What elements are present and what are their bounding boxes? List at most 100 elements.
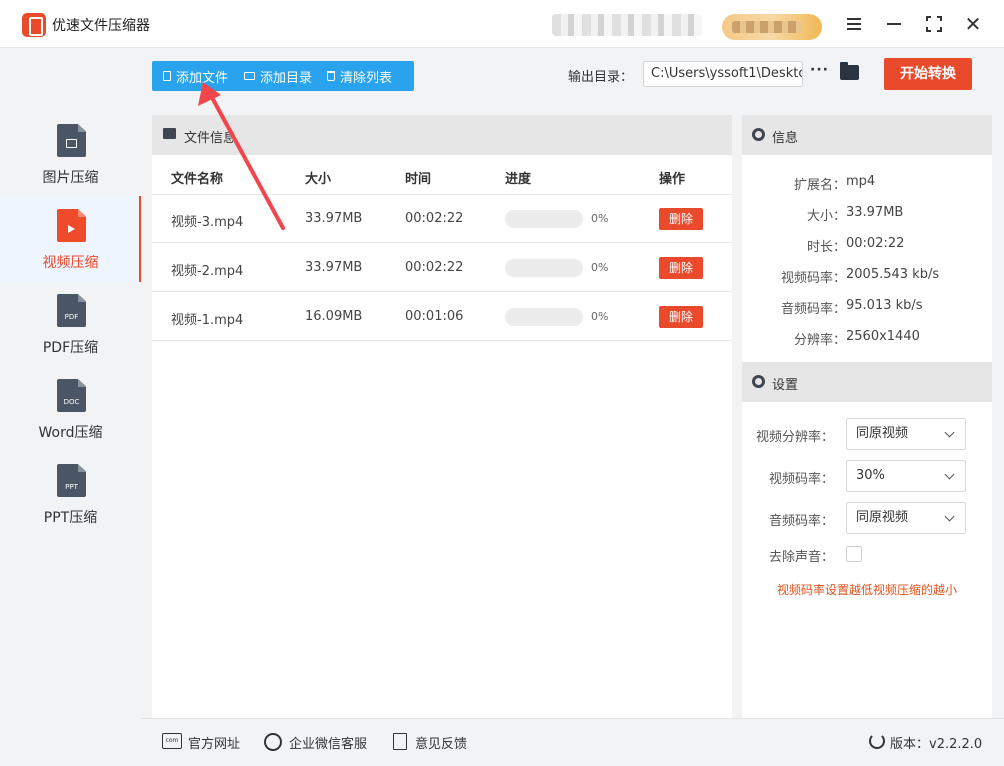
column-header-size: 大小 [305,172,332,187]
progress-bar [505,308,583,326]
progress-bar [505,259,583,277]
wechat-support-link[interactable]: 企业微信客服 [289,733,367,752]
file-duration: 00:02:22 [405,211,464,226]
progress-text: 0% [591,212,609,225]
sidebar-item-ppt-compress[interactable]: PPT PPT压缩 [0,451,141,537]
info-value: 00:02:22 [846,236,905,251]
remove-audio-checkbox[interactable] [846,546,862,562]
sidebar: 图片压缩 视频压缩 PDF PDF压缩 DOC Word压缩 PPT PPT压缩 [0,48,141,766]
delete-button[interactable]: 删除 [659,306,703,328]
delete-button[interactable]: 删除 [659,257,703,279]
info-title: 信息 [772,131,799,146]
file-list-panel: 文件信息 文件名称 大小 时间 进度 操作 视频-3.mp4 33.97MB 0… [152,115,732,753]
output-dir-field[interactable]: C:\Users\yssoft1\Desktop [643,61,803,87]
info-value: 95.013 kb/s [846,298,923,313]
toolbar: 添加文件 添加目录 清除列表 [152,61,414,91]
file-name: 视频-2.mp4 [171,264,244,279]
file-icon [163,71,171,81]
info-label: 音频码率： [780,302,846,317]
info-value: mp4 [846,174,876,189]
website-link[interactable]: 官方网址 [188,733,240,752]
sidebar-item-label: 视频压缩 [42,255,99,271]
info-panel: 信息 扩展名： mp4 大小： 33.97MB 时长： 00:02:22 视频码… [742,115,992,753]
progress-bar [505,210,583,228]
feedback-link[interactable]: 意见反馈 [415,733,467,752]
menu-icon[interactable] [842,12,866,36]
chevron-down-icon [944,427,955,438]
gear-icon [752,128,765,141]
sidebar-item-video-compress[interactable]: 视频压缩 [0,196,141,282]
video-bitrate-label: 视频码率： [768,472,834,487]
add-file-button[interactable]: 添加文件 [163,61,228,91]
clear-list-button[interactable]: 清除列表 [327,61,392,91]
info-value: 2005.543 kb/s [846,267,940,282]
info-label: 视频码率： [780,271,846,286]
file-size: 33.97MB [305,260,363,275]
column-header-time: 时间 [405,172,432,187]
column-header-action: 操作 [659,172,686,187]
footer: com 官方网址 企业微信客服 意见反馈 版本：v2.2.2.0 [141,718,1004,766]
info-label: 大小： [806,209,846,224]
audio-bitrate-select[interactable]: 同原视频 [846,502,966,534]
video-bitrate-select[interactable]: 30% [846,460,966,492]
feedback-icon [393,733,407,750]
sidebar-item-image-compress[interactable]: 图片压缩 [0,111,141,197]
settings-section-header: 设置 [742,362,992,402]
file-name: 视频-3.mp4 [171,215,244,230]
title-bar: 优速文件压缩器 ✕ [0,0,1004,48]
close-icon[interactable]: ✕ [961,12,985,36]
image-file-icon [57,124,86,157]
info-section-header: 信息 [742,115,992,155]
file-duration: 00:01:06 [405,309,464,324]
refresh-icon[interactable] [869,733,885,749]
folder-icon [244,72,256,80]
progress-text: 0% [591,261,609,274]
app-logo-icon [22,13,46,37]
table-row[interactable]: 视频-1.mp4 16.09MB 00:01:06 0% 删除 [152,293,732,341]
vip-badge-blurred[interactable] [722,14,822,40]
main-area: 添加文件 添加目录 清除列表 输出目录： C:\Users\yssoft1\De… [141,48,1004,766]
file-size: 16.09MB [305,309,363,324]
start-convert-button[interactable]: 开始转换 [884,58,972,90]
progress-text: 0% [591,310,609,323]
sidebar-item-label: 图片压缩 [42,170,99,186]
sidebar-item-label: PPT压缩 [43,510,98,526]
doc-file-icon: DOC [57,379,86,412]
trash-icon [327,71,336,81]
video-resolution-select[interactable]: 同原视频 [846,418,966,450]
sidebar-item-label: PDF压缩 [42,340,99,356]
file-duration: 00:02:22 [405,260,464,275]
maximize-icon[interactable] [922,12,946,36]
website-icon: com [162,733,182,749]
sidebar-item-pdf-compress[interactable]: PDF PDF压缩 [0,281,141,367]
sidebar-item-word-compress[interactable]: DOC Word压缩 [0,366,141,452]
open-folder-icon[interactable] [840,62,859,80]
version-label: 版本：v2.2.2.0 [890,737,983,752]
table-row[interactable]: 视频-3.mp4 33.97MB 00:02:22 0% 删除 [152,195,732,243]
file-size: 33.97MB [305,211,363,226]
video-file-icon [57,209,86,242]
add-directory-button[interactable]: 添加目录 [244,61,312,91]
video-resolution-label: 视频分辨率： [755,430,834,445]
info-label: 分辨率： [793,333,846,348]
column-header-progress: 进度 [505,172,532,187]
app-title: 优速文件压缩器 [52,18,150,34]
info-label: 时长： [806,240,846,255]
delete-button[interactable]: 删除 [659,208,703,230]
chevron-down-icon [944,511,955,522]
info-value: 33.97MB [846,205,904,220]
remove-audio-label: 去除声音： [768,550,834,565]
image-icon [163,128,176,139]
bitrate-hint: 视频码率设置越低视频压缩的越小 [777,583,958,597]
chevron-down-icon [944,469,955,480]
minimize-icon[interactable] [882,12,906,36]
ppt-file-icon: PPT [57,464,86,497]
file-name: 视频-1.mp4 [171,313,244,328]
info-label: 扩展名： [793,178,846,193]
more-options-button[interactable]: ··· [810,62,829,78]
sidebar-item-label: Word压缩 [38,425,103,441]
account-name-blurred[interactable] [552,14,702,36]
table-row[interactable]: 视频-2.mp4 33.97MB 00:02:22 0% 删除 [152,244,732,292]
wechat-icon [264,733,282,751]
output-dir-label: 输出目录： [568,70,634,85]
